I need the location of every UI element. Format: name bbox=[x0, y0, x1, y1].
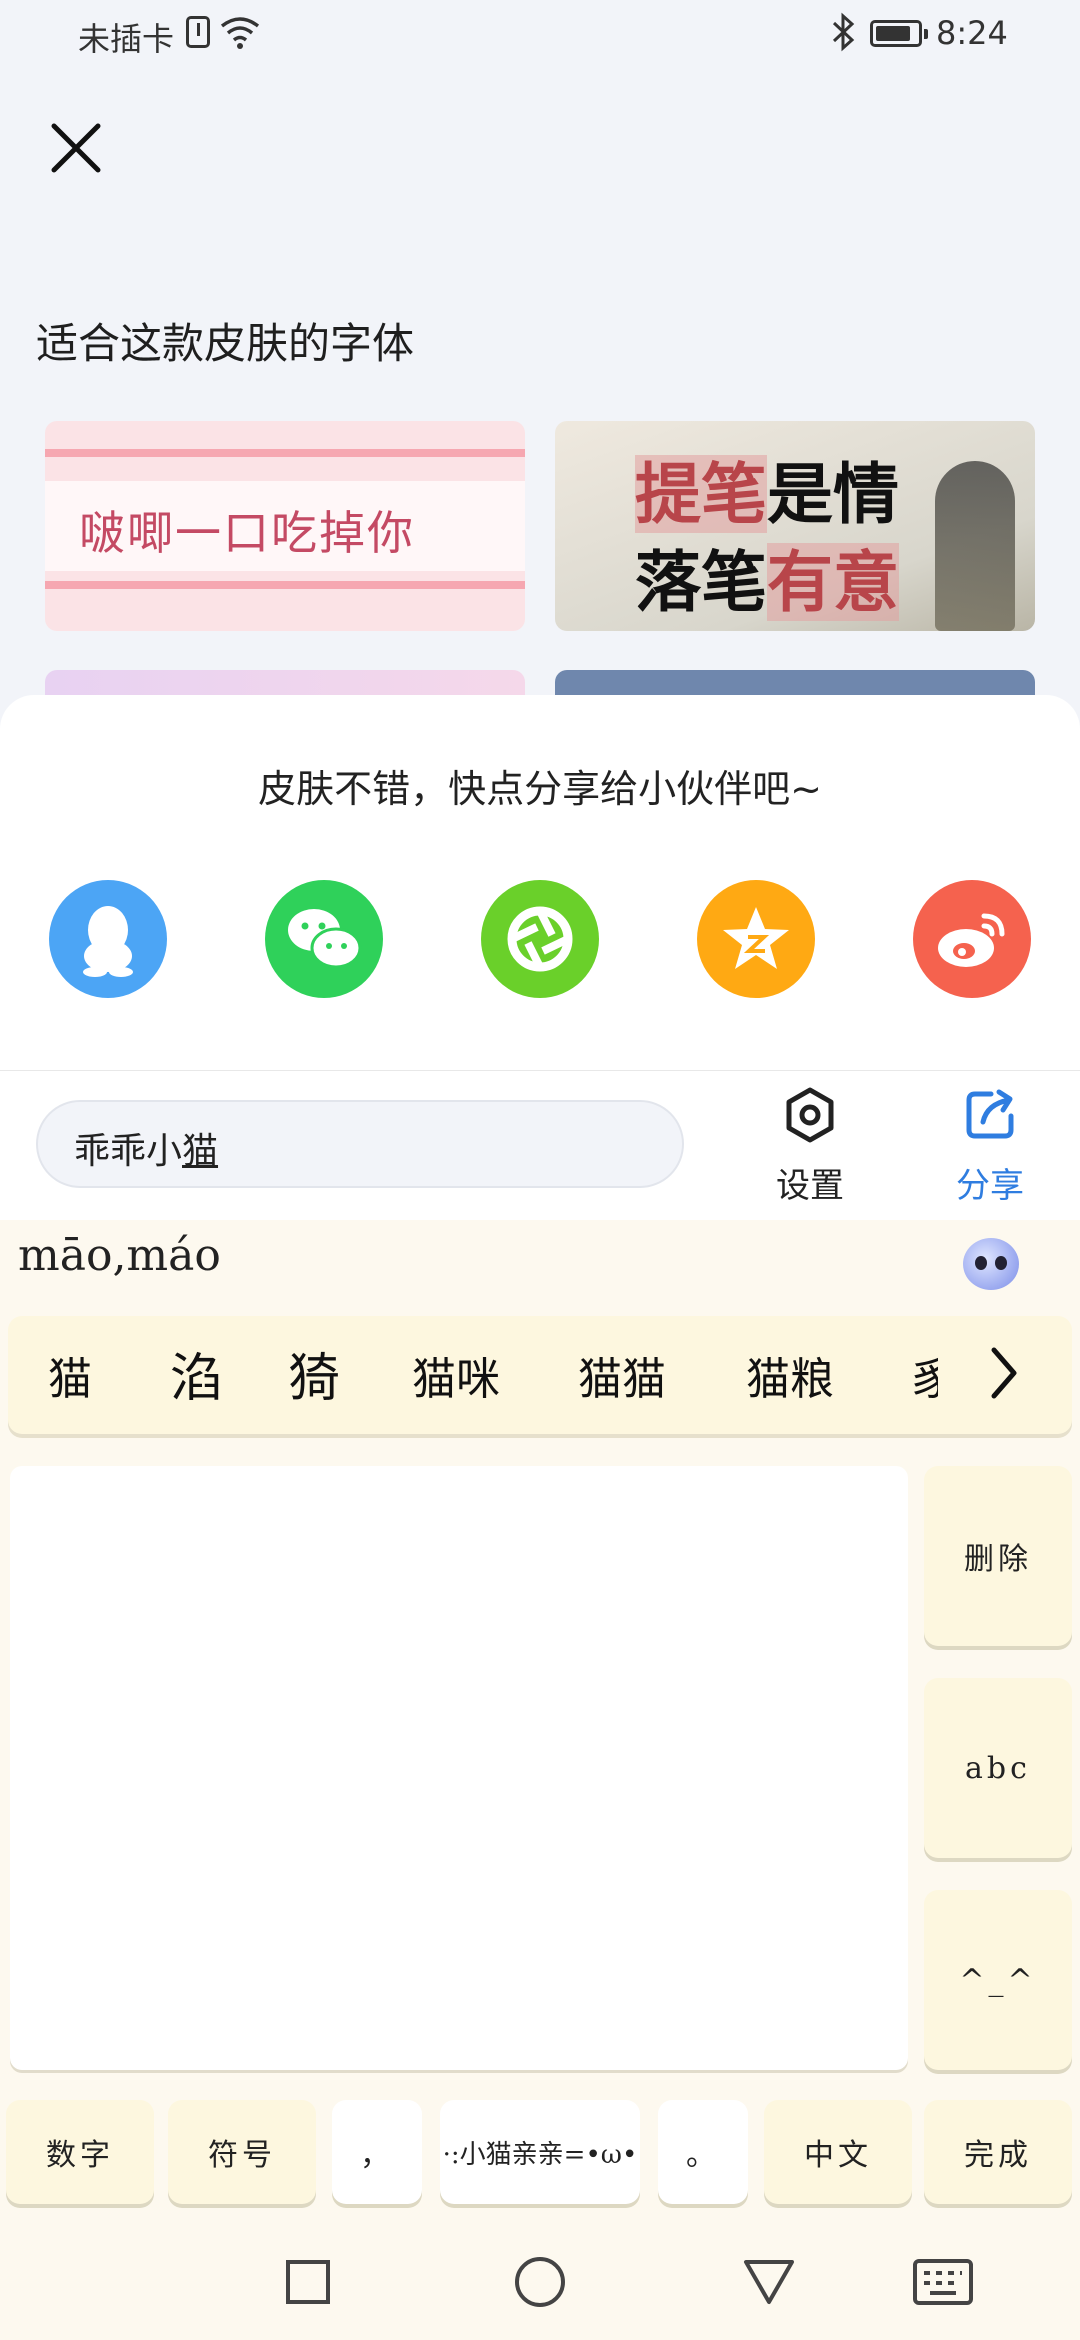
font-section-title: 适合这款皮肤的字体 bbox=[36, 319, 415, 368]
candidate-1[interactable]: 猫 bbox=[48, 1343, 92, 1407]
wifi-icon bbox=[220, 17, 260, 49]
recent-apps-icon[interactable] bbox=[284, 2258, 332, 2306]
candidate-2[interactable]: 淊 bbox=[170, 1336, 222, 1411]
delete-key[interactable]: 删除 bbox=[924, 1466, 1072, 1646]
keyboard-switch-icon[interactable] bbox=[912, 2258, 974, 2306]
keyboard-content-area[interactable] bbox=[10, 1466, 908, 2070]
settings-icon bbox=[786, 1087, 834, 1143]
font-card-2-word-4: 有意 bbox=[767, 543, 899, 621]
status-bar: 未插卡 8:24 bbox=[0, 0, 1080, 72]
font-card-2-word-3: 落笔 bbox=[635, 543, 767, 621]
done-key[interactable]: 完成 bbox=[924, 2100, 1072, 2204]
weibo-icon bbox=[938, 913, 1005, 967]
emoticon-key[interactable]: ^_^ bbox=[924, 1890, 1072, 2070]
pinyin-composition: māo,máo bbox=[18, 1230, 221, 1281]
input-composing-text: 猫 bbox=[182, 1131, 219, 1172]
input-committed-text: 乖乖小 bbox=[74, 1131, 183, 1172]
font-card-2-word-2: 是情 bbox=[767, 455, 899, 533]
share-qq-button[interactable] bbox=[49, 880, 167, 998]
share-moments-button[interactable] bbox=[481, 880, 599, 998]
qq-icon bbox=[83, 906, 133, 977]
qzone-icon bbox=[723, 907, 789, 969]
keyboard-mascot-icon[interactable] bbox=[963, 1238, 1019, 1290]
space-key[interactable]: ·:小猫亲亲=•ω• bbox=[440, 2100, 640, 2204]
share-qzone-button[interactable] bbox=[697, 880, 815, 998]
candidate-3[interactable]: 猗 bbox=[288, 1336, 340, 1411]
candidate-7[interactable]: 豸 bbox=[908, 1343, 938, 1407]
share-weibo-button[interactable] bbox=[913, 880, 1031, 998]
symbol-key[interactable]: 符号 bbox=[168, 2100, 316, 2204]
share-label: 分享 bbox=[956, 1166, 1024, 1206]
settings-button[interactable]: 设置 bbox=[760, 1086, 860, 1216]
back-icon[interactable] bbox=[742, 2256, 796, 2308]
chinese-mode-key[interactable]: 中文 bbox=[764, 2100, 912, 2204]
sim-alert-icon bbox=[186, 16, 210, 48]
share-panel-title: 皮肤不错，快点分享给小伙伴吧~ bbox=[258, 767, 822, 811]
moments-icon bbox=[507, 906, 573, 972]
share-button[interactable]: 分享 bbox=[940, 1086, 1040, 1216]
share-icon bbox=[966, 1089, 1014, 1139]
font-card-2[interactable]: 提笔是情 落笔有意 bbox=[555, 421, 1035, 631]
settings-label: 设置 bbox=[776, 1166, 844, 1206]
text-input[interactable]: 乖乖小猫 bbox=[36, 1100, 684, 1188]
abc-key[interactable]: abc bbox=[924, 1678, 1072, 1858]
character-illustration bbox=[935, 461, 1015, 631]
home-icon[interactable] bbox=[512, 2254, 568, 2310]
period-key[interactable]: 。 bbox=[658, 2100, 748, 2204]
candidate-6[interactable]: 猫粮 bbox=[746, 1343, 834, 1407]
chevron-right-icon[interactable] bbox=[984, 1338, 1024, 1408]
comma-key[interactable]: ， bbox=[332, 2100, 422, 2204]
bluetooth-icon bbox=[832, 12, 855, 52]
clock: 8:24 bbox=[936, 14, 1008, 52]
font-card-1-text: 啵唧一口吃掉你 bbox=[79, 506, 415, 560]
candidate-5[interactable]: 猫猫 bbox=[578, 1343, 666, 1407]
number-key[interactable]: 数字 bbox=[6, 2100, 154, 2204]
navigation-bar bbox=[0, 2220, 1080, 2340]
font-card-1[interactable]: 啵唧一口吃掉你 bbox=[45, 421, 525, 631]
font-card-2-word-1: 提笔 bbox=[635, 455, 767, 533]
close-icon[interactable] bbox=[44, 116, 108, 180]
share-wechat-button[interactable] bbox=[265, 880, 383, 998]
candidate-4[interactable]: 猫咪 bbox=[412, 1343, 500, 1407]
wechat-icon bbox=[288, 909, 362, 969]
battery-icon bbox=[870, 20, 928, 47]
carrier-text: 未插卡 bbox=[78, 20, 175, 58]
